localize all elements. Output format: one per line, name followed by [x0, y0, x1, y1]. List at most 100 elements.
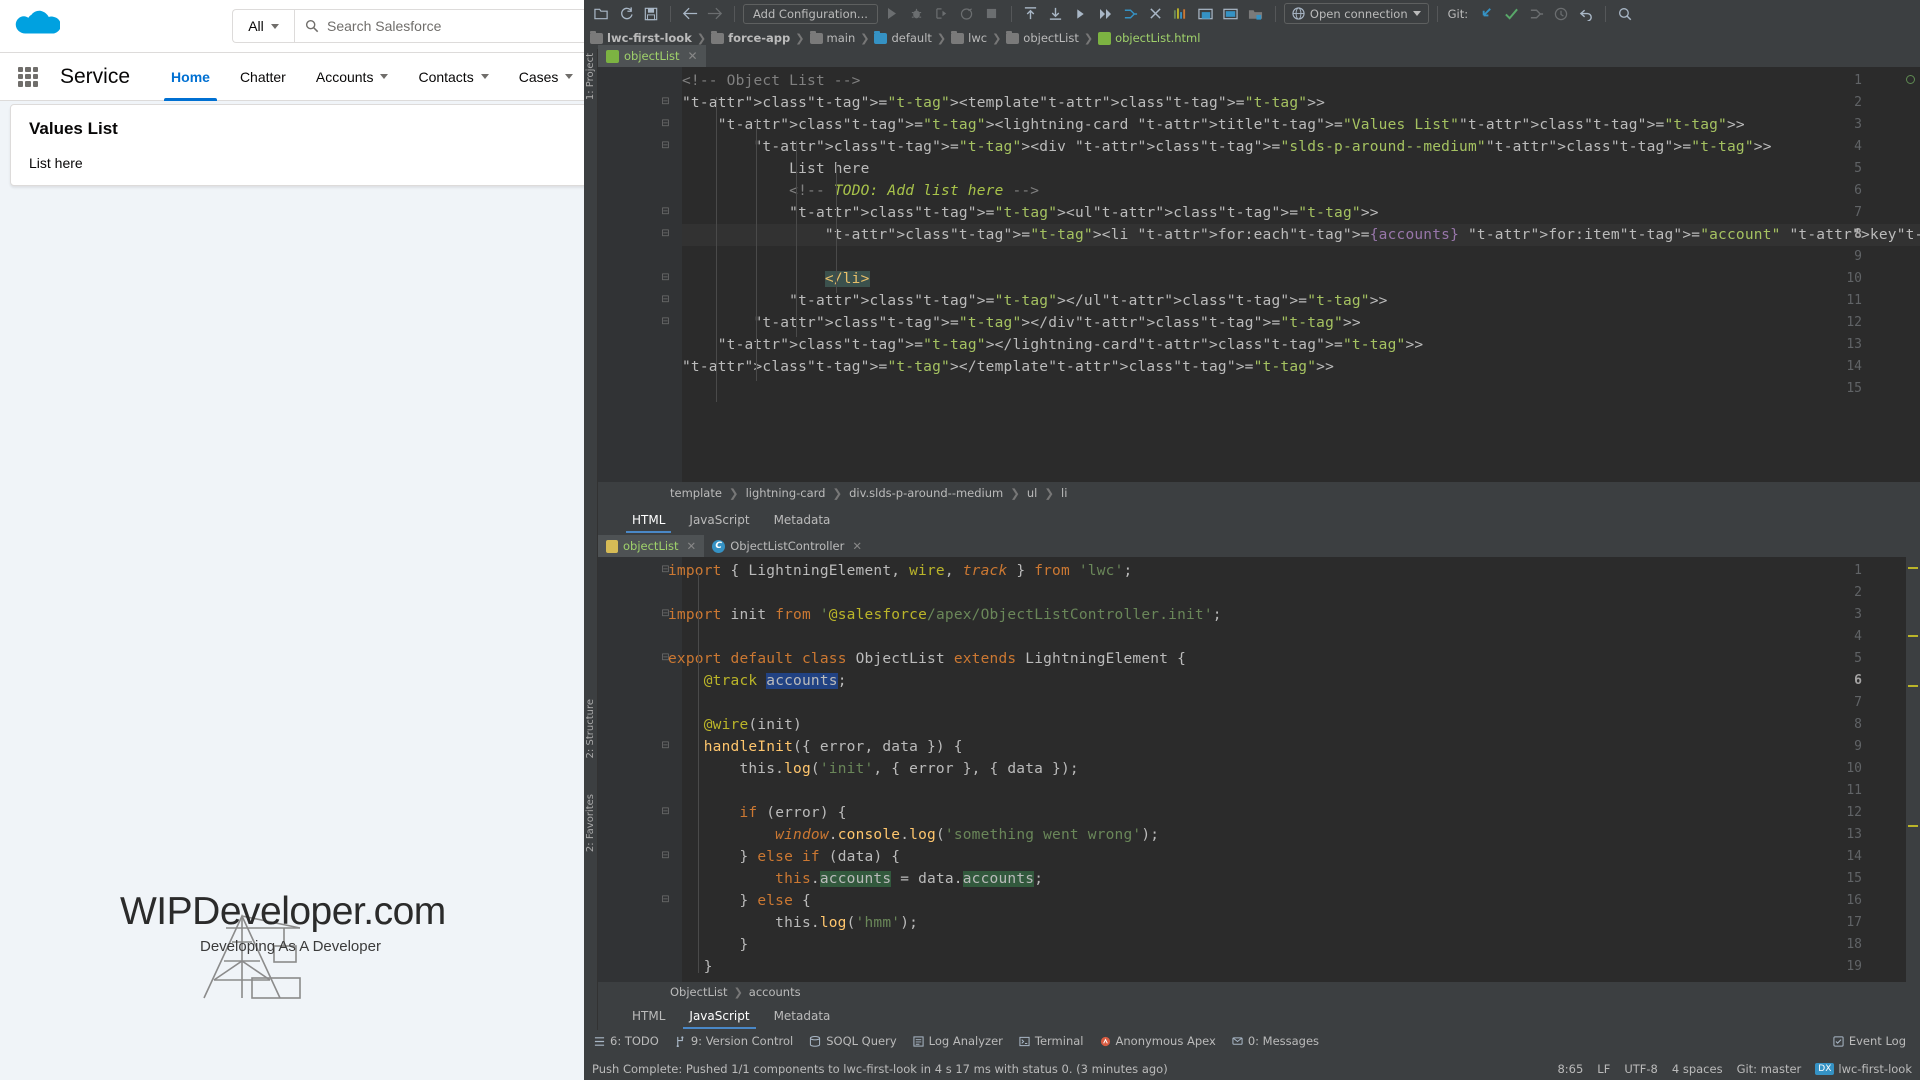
code-fold-icon[interactable]: ⊟	[660, 96, 671, 107]
code-fold-icon[interactable]: ⊟	[660, 118, 671, 129]
app-launcher-icon[interactable]	[18, 66, 38, 87]
tab-javascript-lower[interactable]: JavaScript	[677, 1002, 761, 1029]
run-with-coverage-icon[interactable]	[931, 3, 953, 25]
profile-icon[interactable]	[956, 3, 978, 25]
tool-window-messages[interactable]: 0: Messages	[1232, 1034, 1319, 1048]
git-revert-icon[interactable]	[1575, 3, 1597, 25]
execute-icon[interactable]	[1070, 3, 1092, 25]
git-push-icon[interactable]	[1525, 3, 1547, 25]
line-number: 12	[1846, 805, 1862, 820]
inspections-widget-icon[interactable]	[1906, 75, 1915, 84]
git-branch-widget[interactable]: Git: master	[1737, 1062, 1802, 1076]
tool-window-strip-left: 1: Project 2: Structure 2: Favorites	[584, 49, 598, 1048]
tool-window-version-control[interactable]: 9: Version Control	[675, 1034, 793, 1048]
crumb-ul[interactable]: ul	[1027, 486, 1037, 500]
ide-toolbar: Add Configuration... Open connection Git…	[584, 0, 1920, 27]
tool-window-terminal[interactable]: Terminal	[1019, 1034, 1084, 1048]
chevron-down-icon[interactable]	[480, 74, 489, 79]
indent-setting[interactable]: 4 spaces	[1672, 1062, 1723, 1076]
log-levels-icon[interactable]	[1170, 3, 1192, 25]
nav-tab-accounts[interactable]: Accounts	[301, 53, 404, 101]
breadcrumb-item-force-app[interactable]: force-app	[711, 30, 790, 45]
editor-tab-objectlistcontroller[interactable]: C ObjectListController ✕	[704, 535, 870, 557]
nav-tab-home[interactable]: Home	[156, 53, 225, 101]
debug-icon[interactable]	[906, 3, 928, 25]
merge-icon[interactable]	[1120, 3, 1142, 25]
js-scrollbar[interactable]	[1906, 557, 1920, 982]
tab-javascript-upper[interactable]: JavaScript	[677, 506, 761, 533]
line-number: 5	[1854, 161, 1862, 176]
tab-metadata-upper[interactable]: Metadata	[762, 506, 843, 533]
dx-badge: DX	[1815, 1063, 1835, 1075]
dx-org-widget[interactable]: DX lwc-first-look	[1815, 1062, 1912, 1076]
html-code-editor[interactable]: 1 <!-- Object List --> 2 ⊟ "t-attr">class"t-…	[598, 67, 1920, 482]
nav-tab-cases[interactable]: Cases	[504, 53, 589, 101]
crumb-template[interactable]: template	[670, 486, 722, 500]
sync-icon[interactable]	[615, 3, 637, 25]
tool-window-soql-query[interactable]: SOQL Query	[809, 1034, 897, 1048]
editor-tab-objectlist-js[interactable]: objectList ✕	[598, 535, 705, 557]
deploy-to-org-icon[interactable]	[1020, 3, 1042, 25]
breadcrumb-item-objectlist-html[interactable]: objectList.html	[1098, 31, 1200, 45]
open-folder-icon[interactable]	[590, 3, 612, 25]
chevron-down-icon[interactable]	[565, 74, 574, 79]
tab-html-lower[interactable]: HTML	[620, 1002, 677, 1029]
crumb-li[interactable]: li	[1061, 486, 1067, 500]
code-fold-icon[interactable]: ⊟	[660, 272, 671, 283]
org-browser-icon[interactable]	[1195, 3, 1217, 25]
editor-tab-objectlist-html[interactable]: objectList ✕	[598, 45, 706, 67]
back-arrow-icon[interactable]	[679, 3, 701, 25]
code-fold-icon[interactable]: ⊟	[660, 316, 671, 327]
forward-arrow-icon[interactable]	[704, 3, 726, 25]
run-icon[interactable]	[881, 3, 903, 25]
search-everywhere-icon[interactable]	[1614, 3, 1636, 25]
close-icon[interactable]: ✕	[687, 539, 697, 553]
add-configuration-button[interactable]: Add Configuration...	[743, 3, 878, 24]
tool-window-favorites[interactable]: 2: Favorites	[585, 794, 596, 852]
code-fold-icon[interactable]: ⊟	[660, 140, 671, 151]
tool-window-project[interactable]: 1: Project	[585, 53, 596, 100]
chevron-down-icon[interactable]	[380, 74, 389, 79]
tool-window-structure[interactable]: 2: Structure	[585, 699, 596, 758]
crumb-accounts[interactable]: accounts	[749, 985, 801, 999]
breadcrumb-item-lwc-first-look[interactable]: lwc-first-look	[590, 30, 692, 45]
crumb-div[interactable]: div.slds-p-around--medium	[849, 486, 1003, 500]
close-icon[interactable]: ✕	[852, 539, 862, 553]
project-files-icon[interactable]	[1245, 3, 1267, 25]
breadcrumb-item-lwc[interactable]: lwc	[951, 30, 987, 45]
tool-window-todo[interactable]: 6: TODO	[594, 1034, 659, 1048]
breadcrumb-item-main[interactable]: main	[809, 30, 855, 45]
retrieve-from-org-icon[interactable]	[1045, 3, 1067, 25]
preview-icon[interactable]	[1220, 3, 1242, 25]
tab-metadata-lower[interactable]: Metadata	[762, 1002, 843, 1029]
js-code-editor[interactable]: 1 ⊟ import { LightningElement, wire, track…	[598, 557, 1920, 982]
crumb-objectlist[interactable]: ObjectList	[670, 985, 728, 999]
close-icon[interactable]	[1145, 3, 1167, 25]
open-connection-dropdown[interactable]: Open connection	[1283, 3, 1429, 24]
stop-icon[interactable]	[981, 3, 1003, 25]
caret-position[interactable]: 8:65	[1557, 1062, 1583, 1076]
breadcrumb-item-objectlist[interactable]: objectList	[1006, 30, 1079, 45]
tool-window-anonymous-apex[interactable]: Anonymous Apex	[1100, 1034, 1216, 1048]
crumb-lightning-card[interactable]: lightning-card	[746, 486, 826, 500]
app-name: Service	[60, 64, 131, 88]
git-history-icon[interactable]	[1550, 3, 1572, 25]
event-log-button[interactable]: Event Log	[1833, 1034, 1906, 1048]
git-update-project-icon[interactable]	[1475, 3, 1497, 25]
breadcrumb-item-default[interactable]: default	[874, 30, 932, 45]
search-scope-dropdown[interactable]: All	[232, 9, 294, 43]
nav-tab-chatter[interactable]: Chatter	[225, 53, 301, 101]
tab-html-upper[interactable]: HTML	[620, 506, 677, 533]
code-fold-icon[interactable]: ⊟	[660, 294, 671, 305]
code-fold-icon[interactable]: ⊟	[660, 206, 671, 217]
tool-window-log-analyzer[interactable]: Log Analyzer	[913, 1034, 1003, 1048]
line-separator[interactable]: LF	[1597, 1062, 1610, 1076]
nav-tabs: Home Chatter Accounts Contacts Cases	[156, 53, 588, 101]
code-fold-icon[interactable]: ⊟	[660, 228, 671, 239]
save-icon[interactable]	[640, 3, 662, 25]
execute-all-icon[interactable]	[1095, 3, 1117, 25]
close-icon[interactable]: ✕	[688, 49, 698, 63]
file-encoding[interactable]: UTF-8	[1624, 1062, 1658, 1076]
git-commit-icon[interactable]	[1500, 3, 1522, 25]
nav-tab-contacts[interactable]: Contacts	[403, 53, 503, 101]
